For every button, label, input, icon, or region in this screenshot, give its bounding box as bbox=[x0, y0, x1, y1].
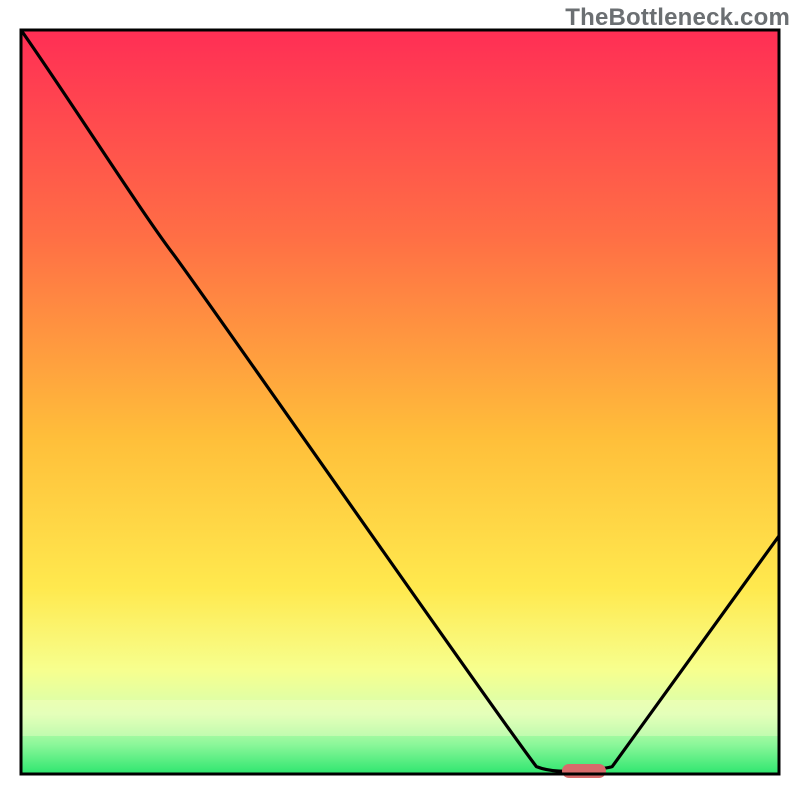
bottleneck-chart bbox=[0, 0, 800, 800]
chart-container: TheBottleneck.com bbox=[0, 0, 800, 800]
plot-background bbox=[21, 30, 779, 774]
band-light bbox=[21, 700, 779, 736]
optimum-marker bbox=[562, 764, 606, 778]
